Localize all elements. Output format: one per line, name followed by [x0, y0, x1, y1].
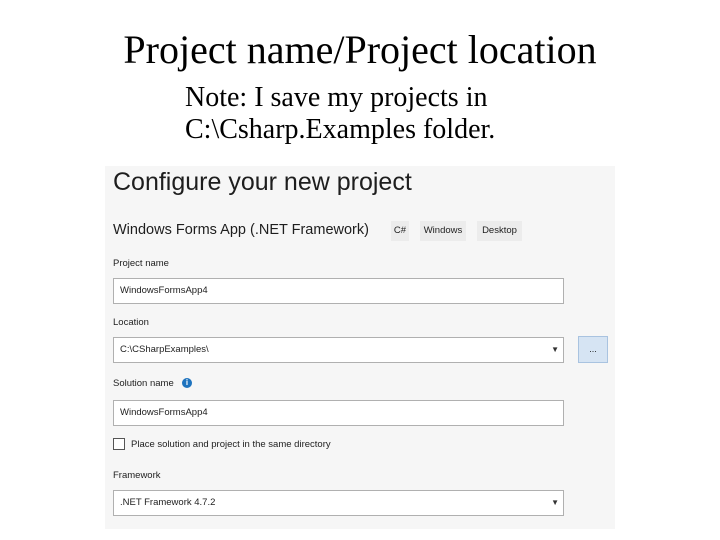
- dialog-title: Configure your new project: [113, 168, 412, 196]
- note-line-2: C:\Csharp.Examples folder.: [185, 114, 496, 145]
- tag-csharp: C#: [391, 221, 409, 241]
- solution-name-value: WindowsFormsApp4: [120, 407, 208, 418]
- browse-button[interactable]: ...: [578, 336, 608, 363]
- template-name: Windows Forms App (.NET Framework): [113, 222, 369, 238]
- slide-title: Project name/Project location: [123, 27, 597, 72]
- chevron-down-icon[interactable]: ▼: [551, 338, 559, 362]
- note-line-1: Note: I save my projects in: [185, 82, 488, 113]
- same-directory-checkbox[interactable]: [113, 438, 125, 450]
- same-directory-label: Place solution and project in the same d…: [131, 439, 331, 450]
- chevron-down-icon[interactable]: ▼: [551, 491, 559, 515]
- tag-desktop: Desktop: [477, 221, 522, 241]
- configure-project-dialog: Configure your new project Windows Forms…: [105, 166, 615, 529]
- framework-combobox[interactable]: .NET Framework 4.7.2 ▼: [113, 490, 564, 516]
- project-name-input[interactable]: WindowsFormsApp4: [113, 278, 564, 304]
- tag-windows: Windows: [420, 221, 466, 241]
- solution-name-input[interactable]: WindowsFormsApp4: [113, 400, 564, 426]
- info-icon[interactable]: i: [182, 378, 192, 388]
- framework-value: .NET Framework 4.7.2: [120, 497, 216, 508]
- location-combobox[interactable]: C:\CSharpExamples\ ▼: [113, 337, 564, 363]
- project-name-label: Project name: [113, 258, 169, 269]
- location-value: C:\CSharpExamples\: [120, 344, 209, 355]
- solution-name-label: Solution name: [113, 378, 174, 389]
- slide-note: Note: I save my projects in C:\Csharp.Ex…: [185, 82, 635, 146]
- project-name-value: WindowsFormsApp4: [120, 285, 208, 296]
- location-label: Location: [113, 317, 149, 328]
- framework-label: Framework: [113, 470, 161, 481]
